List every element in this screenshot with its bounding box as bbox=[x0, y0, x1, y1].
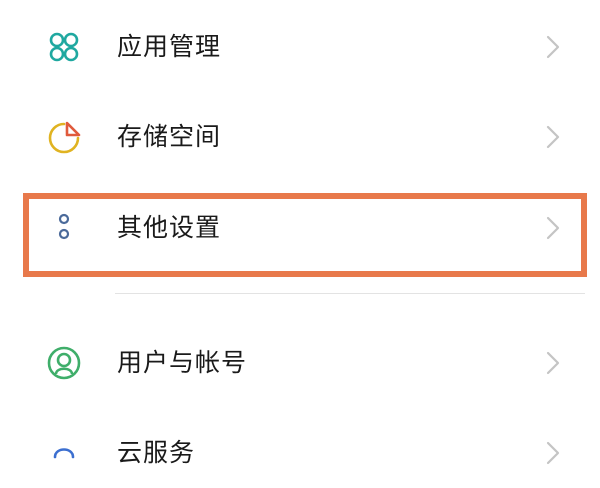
settings-item-label: 存储空间 bbox=[117, 122, 222, 151]
user-account-icon bbox=[46, 345, 82, 381]
settings-item-label: 其他设置 bbox=[117, 213, 222, 242]
settings-item-label: 应用管理 bbox=[117, 32, 222, 61]
settings-item-label: 云服务 bbox=[117, 438, 196, 467]
more-dots-icon bbox=[46, 210, 82, 246]
chevron-right-icon bbox=[541, 34, 565, 60]
chevron-right-icon bbox=[541, 124, 565, 150]
settings-item-other-settings[interactable]: 其他设置 bbox=[0, 193, 600, 263]
chevron-right-icon bbox=[541, 350, 565, 376]
settings-item-storage[interactable]: 存储空间 bbox=[0, 102, 600, 172]
settings-item-cloud-service[interactable]: 云服务 bbox=[0, 418, 600, 488]
settings-item-label: 用户与帐号 bbox=[117, 348, 248, 377]
divider bbox=[115, 293, 585, 294]
chevron-right-icon bbox=[541, 440, 565, 466]
cloud-service-icon bbox=[46, 435, 82, 471]
chevron-right-icon bbox=[541, 215, 565, 241]
storage-pie-icon bbox=[46, 119, 82, 155]
settings-list: 应用管理 存储空间 其他设置 用户与帐号 云服务 bbox=[0, 0, 600, 467]
settings-item-app-management[interactable]: 应用管理 bbox=[0, 12, 600, 82]
app-management-icon bbox=[46, 29, 82, 65]
settings-item-users-accounts[interactable]: 用户与帐号 bbox=[0, 328, 600, 398]
